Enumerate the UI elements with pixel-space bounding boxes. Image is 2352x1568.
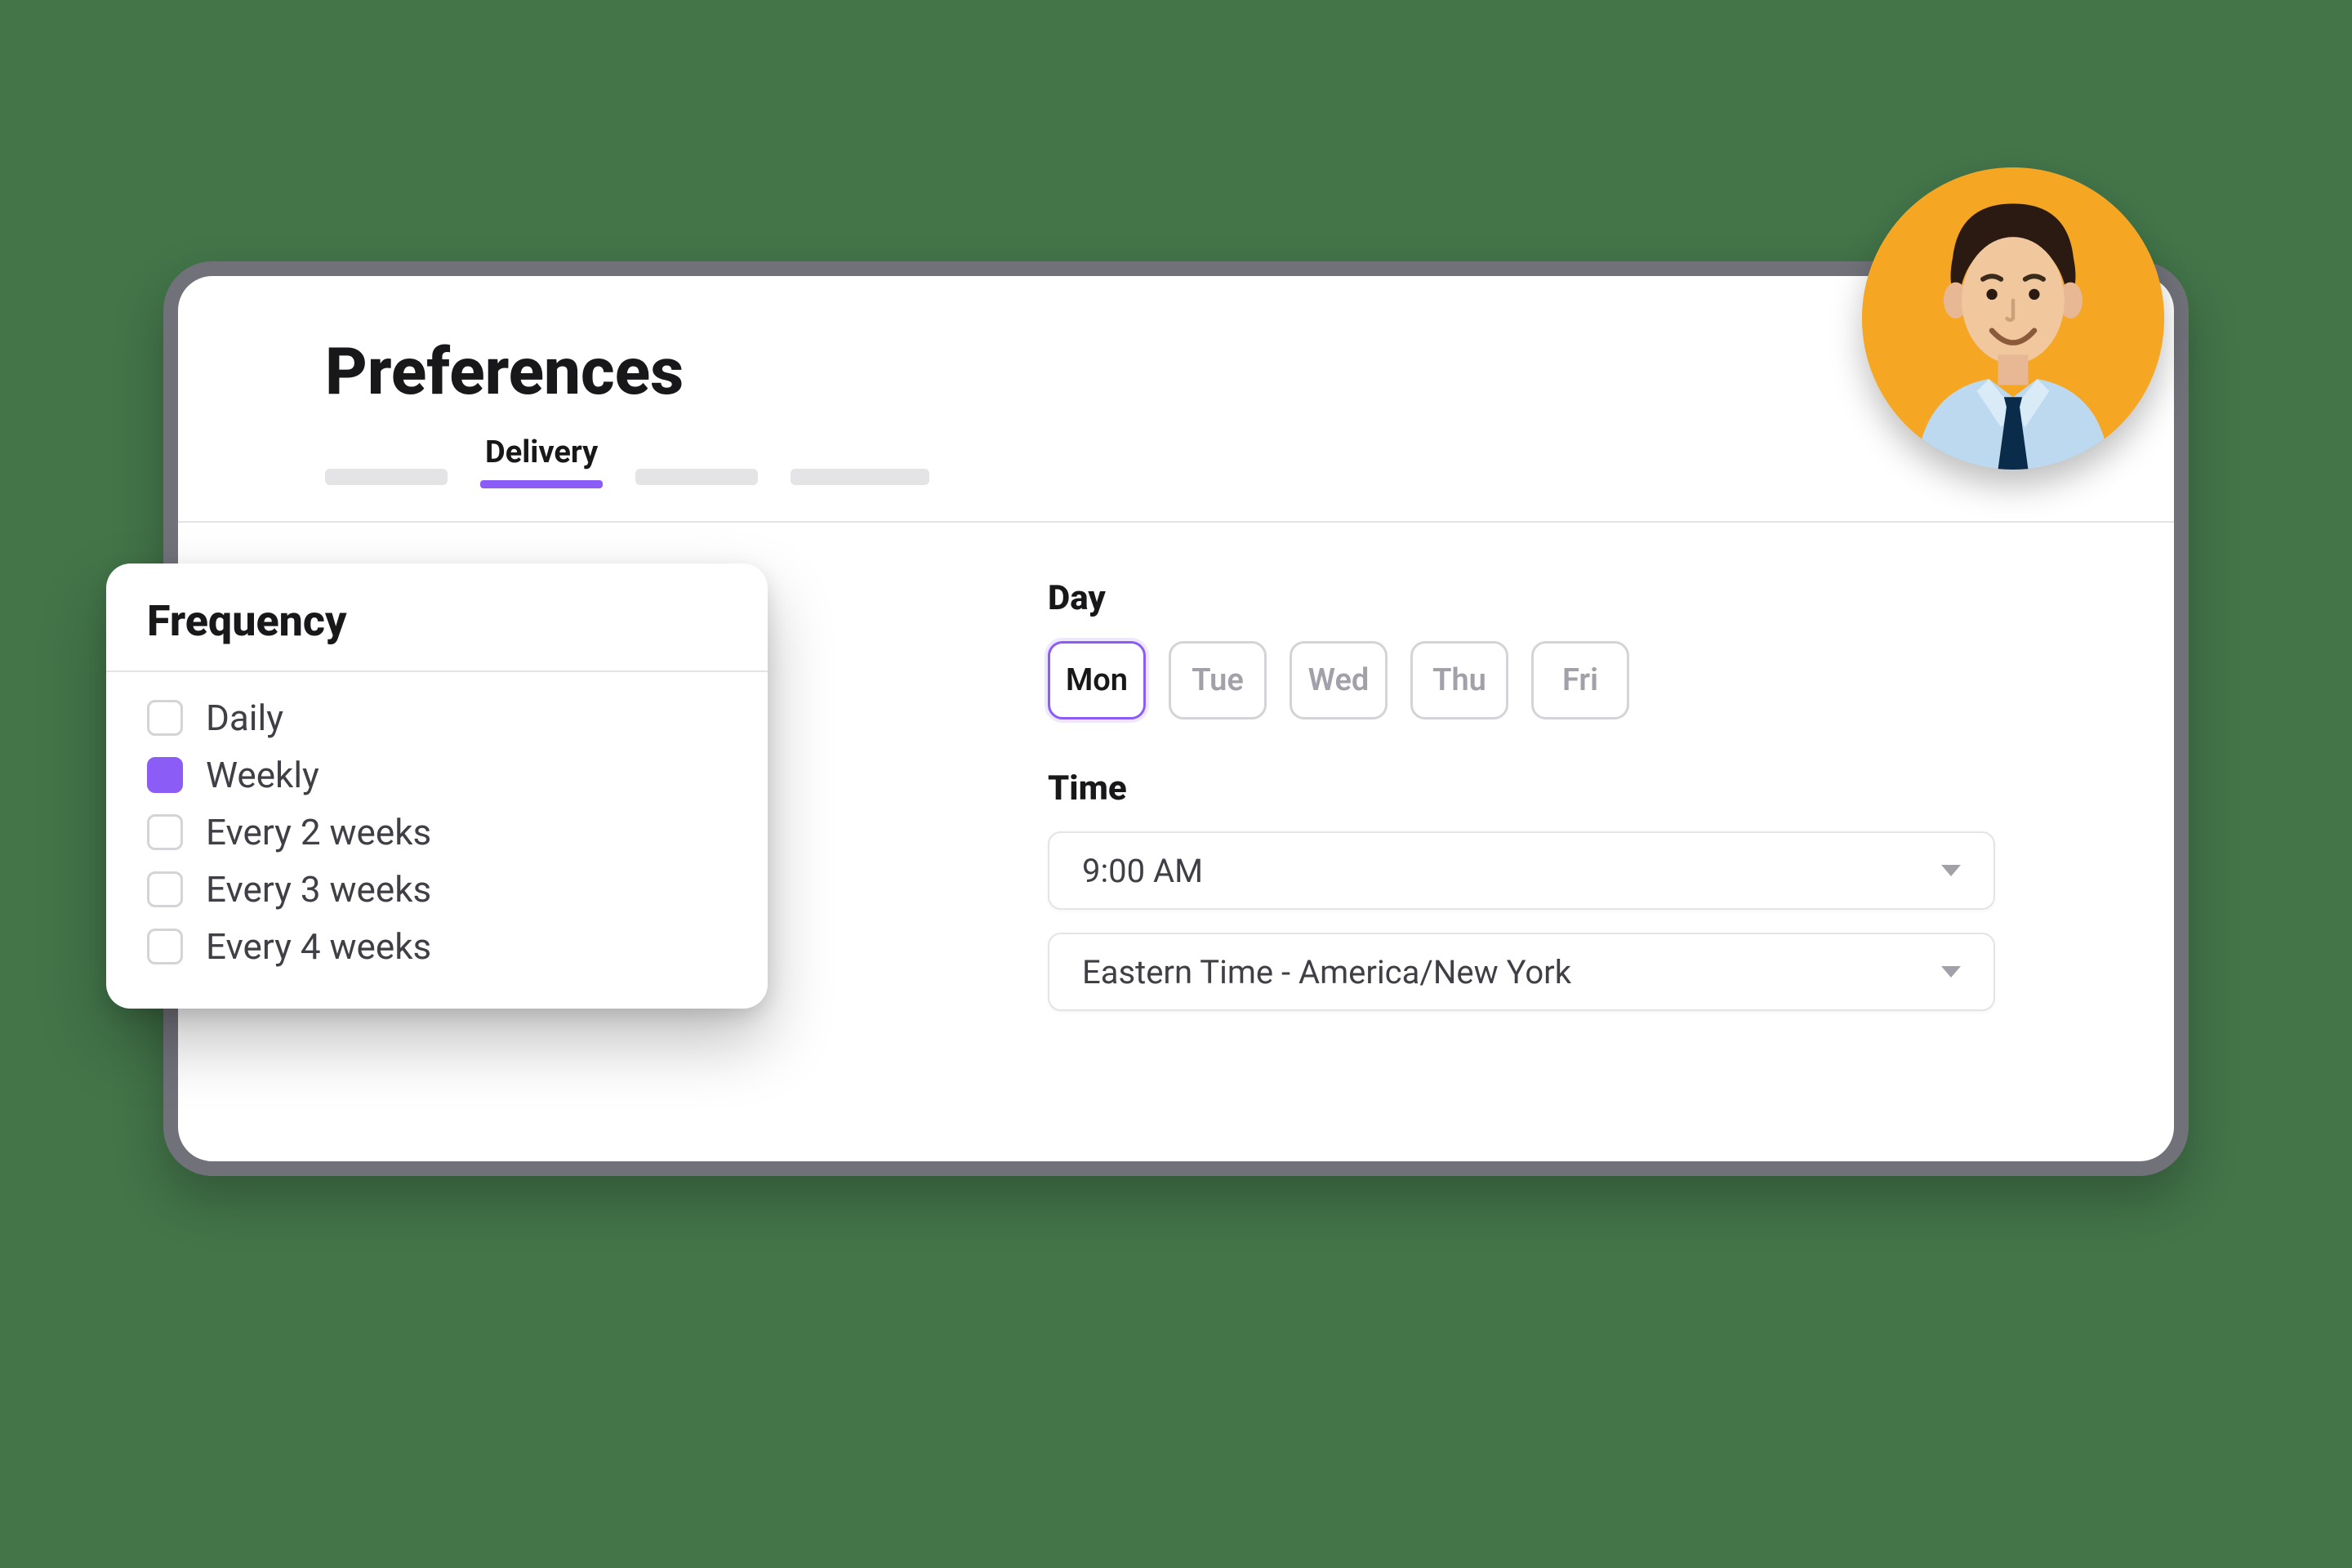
tab-placeholder[interactable] [325, 469, 448, 485]
frequency-option-label: Every 2 weeks [206, 811, 431, 853]
frequency-option[interactable]: Weekly [147, 754, 727, 796]
frequency-popover: Frequency Daily Weekly Every 2 weeks Every … [106, 564, 768, 1009]
day-option-wed[interactable]: Wed [1290, 641, 1388, 719]
day-selector: Mon Tue Wed Thu Fri [1048, 641, 2044, 719]
frequency-option[interactable]: Daily [147, 697, 727, 739]
checkbox-icon[interactable] [147, 929, 183, 964]
frequency-option[interactable]: Every 2 weeks [147, 811, 727, 853]
checkbox-icon[interactable] [147, 757, 183, 793]
tabs-divider [178, 521, 2174, 523]
timezone-value: Eastern Time - America/New York [1082, 953, 1571, 991]
day-label: Day [1048, 578, 2044, 618]
day-option-thu[interactable]: Thu [1410, 641, 1508, 719]
avatar[interactable] [1862, 167, 2164, 470]
tab-delivery[interactable]: Delivery [480, 434, 603, 485]
delivery-settings: Day Mon Tue Wed Thu Fri Time 9:00 AM Eastern… [1048, 578, 2044, 1034]
tab-placeholder[interactable] [791, 469, 929, 485]
frequency-option[interactable]: Every 4 weeks [147, 925, 727, 968]
frequency-option-label: Every 4 weeks [206, 925, 431, 968]
avatar-illustration [1862, 167, 2164, 470]
time-select[interactable]: 9:00 AM [1048, 831, 1995, 910]
page-title: Preferences [325, 333, 2109, 410]
timezone-select[interactable]: Eastern Time - America/New York [1048, 933, 1995, 1011]
checkbox-icon[interactable] [147, 814, 183, 850]
frequency-title: Frequency [147, 596, 727, 646]
frequency-option-label: Daily [206, 697, 283, 739]
tabs: Delivery [325, 434, 2109, 485]
day-option-fri[interactable]: Fri [1531, 641, 1629, 719]
time-label: Time [1048, 768, 2044, 808]
time-value: 9:00 AM [1082, 852, 1203, 890]
checkbox-icon[interactable] [147, 871, 183, 907]
frequency-option-label: Every 3 weeks [206, 868, 431, 911]
frequency-header: Frequency [106, 564, 768, 672]
frequency-option-label: Weekly [206, 754, 319, 796]
frequency-list: Daily Weekly Every 2 weeks Every 3 weeks Eve… [106, 672, 768, 1009]
tab-placeholder[interactable] [635, 469, 758, 485]
chevron-down-icon [1941, 865, 1961, 876]
checkbox-icon[interactable] [147, 700, 183, 736]
frequency-option[interactable]: Every 3 weeks [147, 868, 727, 911]
day-option-tue[interactable]: Tue [1169, 641, 1267, 719]
chevron-down-icon [1941, 966, 1961, 978]
day-option-mon[interactable]: Mon [1048, 641, 1146, 719]
